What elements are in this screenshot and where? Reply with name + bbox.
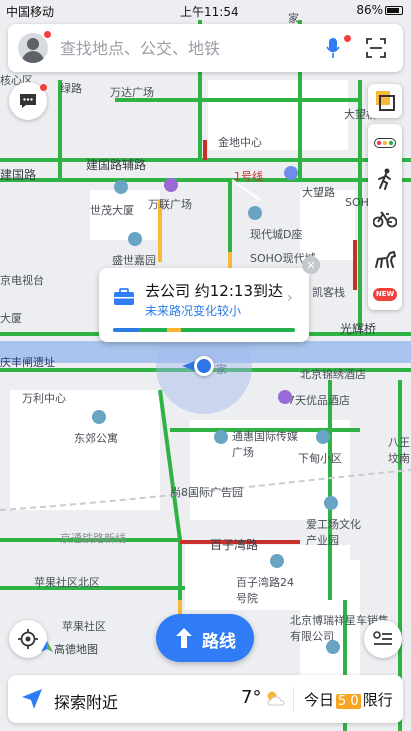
poi-label: 尚8国际广告园 (170, 486, 243, 499)
poi-marker[interactable] (248, 206, 262, 220)
ride-mode-button[interactable] (368, 242, 402, 276)
crosshair-icon (18, 629, 38, 649)
poi-marker[interactable] (270, 554, 284, 568)
poi-label: 万联广场 (148, 198, 192, 211)
mall-marker[interactable] (164, 178, 178, 192)
poi-marker[interactable] (114, 180, 128, 194)
avatar[interactable] (18, 33, 48, 63)
app-logo-text: 高德地图 (54, 643, 98, 656)
traffic-restriction[interactable]: 今日 5 0 限行 (304, 689, 393, 710)
poi-label: 绿路 (60, 82, 82, 95)
poi-label: 万达广场 (110, 86, 154, 99)
layers-button[interactable] (368, 84, 402, 118)
explore-nearby-button[interactable]: 探索附近 (54, 689, 118, 713)
poi-label: 大厦 (0, 312, 22, 325)
poi-label: 世茂大厦 (90, 204, 134, 217)
limit-prefix: 今日 (304, 691, 335, 709)
poi-marker[interactable] (326, 640, 340, 654)
poi-label: 庆丰闸遗址 (0, 356, 55, 369)
battery-label: 86% (356, 3, 383, 17)
new-badge: NEW (373, 288, 397, 301)
limit-numbers: 5 0 (336, 694, 361, 709)
commute-card[interactable]: 去公司 约12:13到达 未来路况变化较小 › (99, 268, 309, 342)
limit-suffix: 限行 (362, 691, 393, 709)
current-location-marker (194, 356, 214, 376)
partly-cloudy-icon (267, 691, 285, 706)
avatar-head-shape (27, 38, 39, 50)
subway-marker[interactable] (284, 166, 298, 180)
list-icon (373, 631, 392, 645)
poi-label: 北京锦绣酒店 (300, 368, 366, 381)
poi-label: 现代城D座 (250, 228, 303, 241)
chevron-right-icon: › (287, 290, 293, 306)
battery-indicator: 86% (356, 3, 403, 17)
poi-label: 通惠国际传媒广场 (232, 430, 298, 459)
poi-label: 万利中心 (22, 392, 66, 405)
road-label: 建国路辅路 (86, 158, 147, 172)
commute-title: 去公司 约12:13到达 (145, 282, 283, 300)
poi-marker[interactable] (214, 430, 228, 444)
temperature-label[interactable]: 7° (241, 687, 261, 708)
bottom-bar: 探索附近 7° 今日 5 0 限行 (8, 675, 403, 723)
traffic-icon (374, 138, 396, 148)
bicycle-icon (373, 211, 397, 228)
layers-icon (376, 91, 395, 111)
poi-label: 八王坟南 (388, 436, 410, 465)
poi-marker[interactable] (324, 496, 338, 510)
poi-label: 京电视台 (0, 274, 44, 287)
route-arrow-icon (176, 628, 192, 648)
bike-mode-button[interactable] (368, 202, 402, 236)
battery-icon (385, 6, 403, 15)
briefcase-icon (114, 288, 134, 305)
poi-label: 百子湾路24号院 (236, 576, 294, 605)
road-label: 百子湾路 (210, 538, 259, 552)
mic-notification-dot (344, 35, 351, 42)
route-label: 路线 (202, 632, 236, 652)
road-label: 光辉桥 (340, 322, 377, 336)
microphone-icon[interactable] (326, 36, 340, 60)
list-view-button[interactable] (364, 620, 402, 658)
search-input[interactable] (60, 36, 320, 60)
poi-label: 爱工场文化产业园 (306, 518, 361, 547)
progress-segment-yellow (167, 328, 181, 332)
horse-icon (375, 251, 396, 268)
poi-label: 大望路 (302, 186, 335, 199)
poi-marker[interactable] (92, 410, 106, 424)
poi-label: 盛世嘉园 (112, 254, 156, 267)
close-card-button[interactable]: × (302, 256, 320, 274)
walking-icon (378, 168, 391, 190)
commute-subtitle: 未来路况变化较小 (145, 304, 242, 318)
scan-icon[interactable] (366, 38, 386, 58)
route-button[interactable]: 路线 (156, 614, 254, 662)
progress-segment-blue (113, 328, 139, 332)
divider (293, 687, 294, 711)
traffic-toggle[interactable] (368, 126, 402, 160)
poi-label: 金地中心 (218, 136, 262, 149)
traffic-progress-bar (113, 328, 295, 332)
hotel-marker[interactable] (278, 390, 292, 404)
status-bar: 中国移动 上午11:54 86% (0, 0, 411, 20)
poi-label: 苹果社区 (62, 620, 106, 633)
message-icon (20, 94, 36, 108)
poi-label: 下甸小区 (298, 452, 342, 465)
subway-label: 1号线 (234, 170, 263, 183)
carrier-label: 中国移动 (6, 5, 55, 19)
poi-marker[interactable] (128, 232, 142, 246)
poi-label: 苹果社区北区 (34, 576, 100, 589)
avatar-body-shape (22, 51, 44, 63)
poi-marker[interactable] (316, 430, 330, 444)
amap-logo-icon (41, 641, 53, 652)
poi-label: 凯客栈 (312, 286, 345, 299)
message-notification-dot (40, 84, 47, 91)
search-bar[interactable] (8, 24, 403, 72)
road-label: 建国路 (0, 168, 37, 182)
poi-label: 7天优品酒店 (288, 394, 350, 407)
navigation-arrow-icon[interactable] (20, 687, 44, 711)
map-tools: NEW (368, 124, 402, 310)
poi-label: 东郊公寓 (74, 432, 118, 445)
walk-mode-button[interactable] (368, 162, 402, 196)
notification-dot (44, 31, 51, 38)
rail-label: 京通铁路新线 (60, 532, 126, 545)
time-label: 上午11:54 (180, 5, 239, 19)
